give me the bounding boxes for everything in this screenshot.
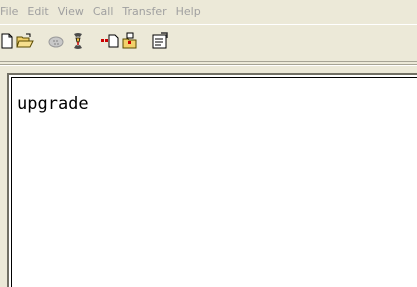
menu-file[interactable]: File (0, 5, 24, 18)
terminal-frame: upgrade (7, 73, 417, 287)
hyperterminal-window: File Edit View Call Transfer Help upgrad… (0, 0, 417, 287)
terminal-text: upgrade (17, 94, 89, 114)
receive-file-icon (122, 32, 137, 49)
menu-view[interactable]: View (58, 5, 90, 18)
properties-icon (152, 32, 168, 49)
receive-button[interactable] (119, 30, 141, 52)
connect-phone-icon (48, 36, 64, 48)
open-folder-icon (16, 33, 34, 48)
new-document-icon (1, 33, 13, 49)
send-button[interactable] (99, 30, 121, 52)
open-button[interactable] (14, 30, 36, 52)
menu-edit[interactable]: Edit (27, 5, 54, 18)
menu-transfer[interactable]: Transfer (122, 5, 172, 18)
menu-bar: File Edit View Call Transfer Help (0, 0, 417, 22)
toolbar-divider (0, 64, 417, 66)
toolbar (0, 24, 417, 62)
menu-call[interactable]: Call (93, 5, 120, 18)
disconnect-button[interactable] (67, 30, 89, 52)
connect-button[interactable] (45, 30, 67, 52)
menu-help[interactable]: Help (176, 5, 207, 18)
disconnect-phone-icon (74, 33, 82, 49)
terminal-area[interactable]: upgrade (11, 77, 417, 287)
properties-button[interactable] (149, 30, 171, 52)
send-file-icon (101, 34, 119, 48)
